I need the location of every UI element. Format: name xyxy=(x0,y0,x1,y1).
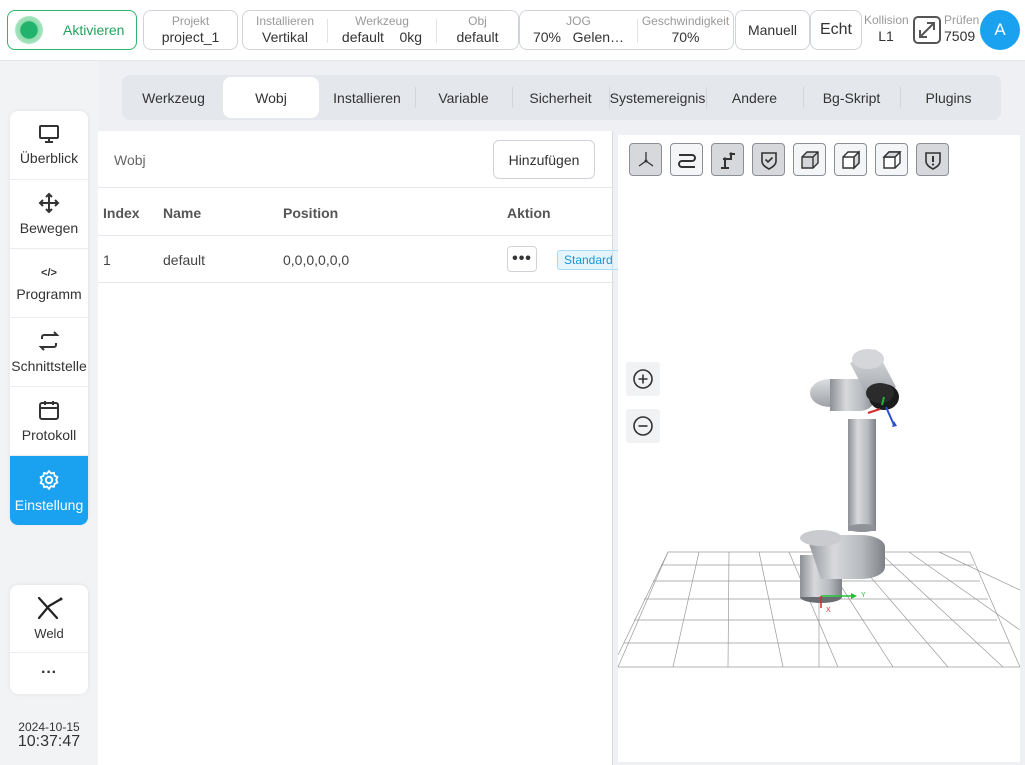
avatar[interactable]: A xyxy=(980,10,1020,50)
project-title: Projekt xyxy=(171,14,210,28)
status-indicator-icon xyxy=(15,16,43,44)
more-menu-button[interactable]: ··· xyxy=(10,653,88,693)
svg-text:Y: Y xyxy=(861,592,866,599)
col-index: Index xyxy=(103,205,140,221)
move-icon xyxy=(38,192,60,214)
speed-value: 70% xyxy=(671,29,700,45)
nav-item-interface[interactable]: Schnittstelle xyxy=(10,318,88,387)
install-tool-obj-group[interactable]: Installieren Vertikal Werkzeug default 0… xyxy=(242,10,519,50)
row-position: 0,0,0,0,0,0 xyxy=(283,252,350,268)
tab-plugins[interactable]: Plugins xyxy=(900,75,997,120)
tool-title: Werkzeug xyxy=(355,14,409,28)
settings-tabs: Werkzeug Wobj Installieren Variable Sich… xyxy=(122,75,1001,120)
nav-item-settings[interactable]: Einstellung xyxy=(10,456,88,525)
svg-text:</>: </> xyxy=(41,267,57,279)
main-nav: Überblick Bewegen </> Programm Schnittst… xyxy=(10,111,88,525)
nav-item-log[interactable]: Protokoll xyxy=(10,387,88,456)
nav-item-overview[interactable]: Überblick xyxy=(10,111,88,180)
code-icon: </> xyxy=(41,267,57,279)
table-row[interactable]: 1 default 0,0,0,0,0,0 ••• Standard xyxy=(98,236,620,283)
activate-button[interactable]: Aktivieren xyxy=(7,10,137,50)
collision-level[interactable]: Kollision L1 xyxy=(864,14,909,45)
obj-value: default xyxy=(456,29,499,45)
svg-text:X: X xyxy=(826,607,831,614)
tab-systemereignis[interactable]: Systemereignis xyxy=(609,75,706,120)
project-selector[interactable]: Projekt project_1 xyxy=(143,10,238,50)
col-position: Position xyxy=(283,205,339,221)
calendar-icon xyxy=(39,401,59,420)
tab-sicherheit[interactable]: Sicherheit xyxy=(512,75,609,120)
tab-installieren[interactable]: Installieren xyxy=(319,75,415,120)
nav-item-program[interactable]: </> Programm xyxy=(10,249,88,318)
robot-3d-view[interactable]: X Y xyxy=(618,135,1020,762)
row-more-button[interactable]: ••• xyxy=(507,246,537,272)
jog-value: 70% Gelen… xyxy=(532,29,625,45)
table-header: Index Name Position Aktion xyxy=(98,187,612,236)
plugin-nav: Weld ··· xyxy=(10,585,88,694)
activate-label: Aktivieren xyxy=(63,22,125,38)
project-value: project_1 xyxy=(161,29,220,45)
nav-item-move[interactable]: Bewegen xyxy=(10,180,88,249)
obj-title: Obj xyxy=(468,14,487,28)
check-counter: Prüfen 7509 xyxy=(944,13,980,45)
swap-icon xyxy=(38,331,60,351)
tab-andere[interactable]: Andere xyxy=(706,75,803,120)
install-title: Installieren xyxy=(255,14,315,28)
add-button[interactable]: Hinzufügen xyxy=(493,140,595,179)
real-mode-button[interactable]: Echt xyxy=(810,10,862,50)
date-display: 2024-10-15 xyxy=(18,720,80,734)
row-name: default xyxy=(163,252,206,268)
speed-title: Geschwindigkeit xyxy=(641,14,730,28)
panel-divider[interactable] xyxy=(612,131,613,765)
weld-torch-icon xyxy=(37,596,63,620)
jog-speed-group[interactable]: JOG 70% Gelen… Geschwindigkeit 70% xyxy=(519,10,734,50)
col-name: Name xyxy=(163,205,202,221)
top-bar: Aktivieren Projekt project_1 Installiere… xyxy=(0,0,1025,61)
nav-item-weld[interactable]: Weld xyxy=(10,585,88,653)
tab-werkzeug[interactable]: Werkzeug xyxy=(127,75,220,120)
tab-variable[interactable]: Variable xyxy=(415,75,512,120)
panel-title: Wobj xyxy=(114,152,146,168)
monitor-icon xyxy=(39,125,59,143)
wobj-panel: Wobj Hinzufügen Index Name Position Akti… xyxy=(98,131,620,765)
row-index: 1 xyxy=(103,252,111,268)
tab-bg-skript[interactable]: Bg-Skript xyxy=(803,75,900,120)
robot-scene: X Y xyxy=(618,349,1020,668)
time-display: 10:37:47 xyxy=(17,733,81,750)
manual-mode-button[interactable]: Manuell xyxy=(735,10,810,50)
gear-icon xyxy=(39,469,59,490)
jog-title: JOG xyxy=(566,14,591,28)
fullscreen-icon[interactable] xyxy=(912,15,942,45)
tab-wobj[interactable]: Wobj xyxy=(223,77,319,118)
install-value: Vertikal xyxy=(262,29,308,45)
default-badge: Standard xyxy=(557,250,620,270)
tool-value: default 0kg xyxy=(341,29,423,45)
col-action: Aktion xyxy=(507,205,551,221)
